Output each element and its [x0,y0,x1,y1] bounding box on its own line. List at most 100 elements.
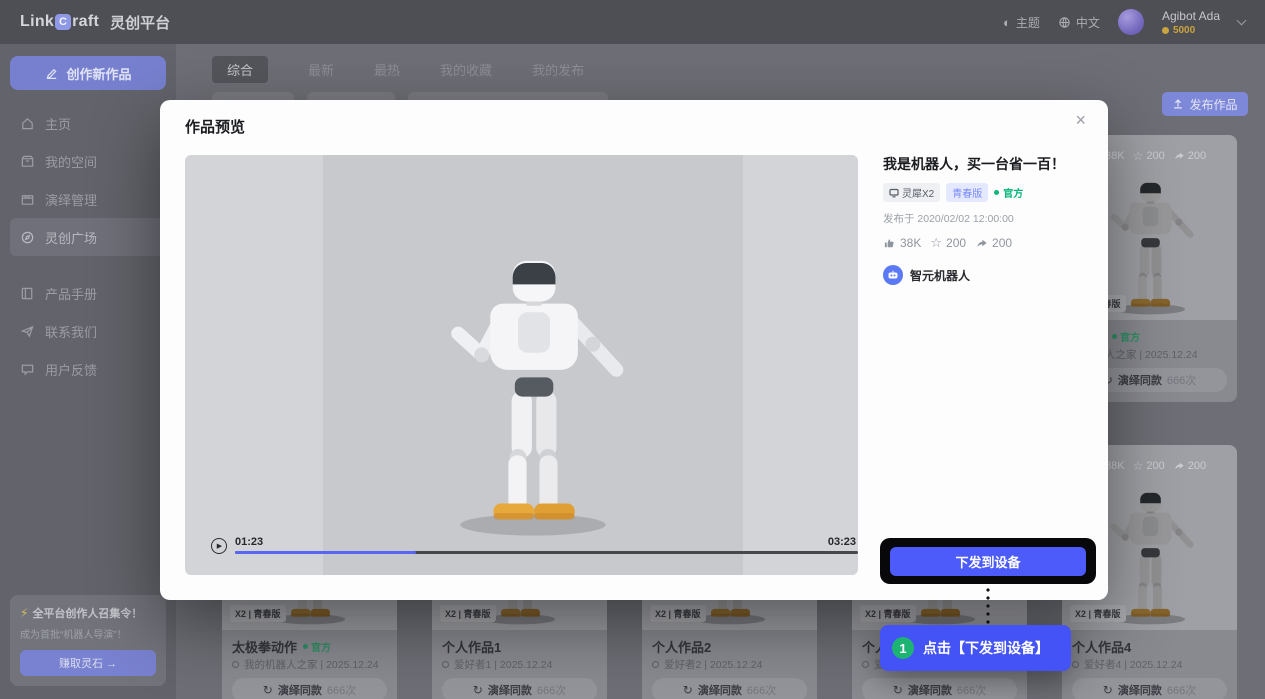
coin-balance: 5000 [1162,25,1220,36]
paper-plane-icon [20,324,35,339]
model-badge: X2 | 青春版 [230,605,286,622]
share-icon [1173,150,1185,162]
work-stats: 38K ☆200 200 [883,235,1086,251]
current-time: 01:23 [235,536,263,548]
replay-icon: ↻ [1103,683,1113,697]
replay-icon: ↻ [473,683,483,697]
tab-favorites[interactable]: 我的收藏 [440,60,492,79]
send-to-device-button[interactable]: 下发到设备 [890,547,1086,576]
clapperboard-icon [20,192,35,207]
theme-icon: ◐ [1003,15,1011,30]
modal-title: 作品预览 [185,116,245,137]
theme-toggle[interactable]: ◐ 主题 [1003,14,1040,31]
tab-my-posts[interactable]: 我的发布 [532,60,584,79]
robot-image [1098,153,1201,318]
home-icon [20,116,35,131]
official-badge: 官方 [303,639,331,654]
author-row[interactable]: 智元机器人 [883,265,1086,285]
replay-same-button[interactable]: ↻ 演绎同款 666次 [232,678,387,699]
work-title: 我是机器人，买一台省一百！ [883,155,1086,173]
globe-icon [1058,16,1071,29]
play-icon: ▶ [217,542,222,550]
work-author: 我的机器人之家 | 2025.12.24 [232,658,387,671]
chevron-down-icon[interactable] [1237,16,1247,26]
card-stats: 38K ☆200 200 [1090,459,1214,473]
star-icon[interactable]: ☆ [930,235,942,251]
author-avatar [883,265,903,285]
app-logo[interactable]: LinkCraft 灵创平台 [20,12,170,33]
replay-icon: ↻ [893,683,903,697]
card-stats: 38K ☆200 200 [1090,149,1214,163]
sidebar-item-feedback[interactable]: 用户反馈 [10,350,166,388]
step-text: 点击【下发到设备】 [923,638,1049,658]
author-icon [442,661,449,668]
work-author: 爱好者2 | 2025.12.24 [652,658,807,671]
robot-preview-image [426,201,640,543]
create-new-work-button[interactable]: 创作新作品 [10,56,166,90]
replay-icon: ↻ [263,683,273,697]
promo-subtitle: 成为首批“机器人导演”！ [20,626,156,641]
close-icon[interactable]: × [1075,111,1086,129]
replay-same-button[interactable]: ↻ 演绎同款 666次 [1072,678,1227,699]
user-avatar[interactable] [1118,9,1144,35]
work-author: 爱好者1 | 2025.12.24 [442,658,597,671]
work-title: 太极拳动作 [232,637,297,656]
play-button[interactable]: ▶ [211,538,227,554]
robot-image [1098,463,1201,628]
publish-date: 发布于 2020/02/02 12:00:00 [883,211,1086,226]
chat-icon [20,362,35,377]
tab-hottest[interactable]: 最热 [374,60,400,79]
work-title: 个人作品1 [442,637,501,656]
progress-fill [235,551,416,554]
book-icon [20,286,35,301]
connector-dotted-line [986,586,990,624]
tab-comprehensive[interactable]: 综合 [212,56,268,83]
logo-text: LinkCraft [20,13,99,31]
star-icon: ☆ [1133,459,1144,473]
step-tooltip: 1 点击【下发到设备】 [880,625,1071,671]
sidebar-item-plaza[interactable]: 灵创广场 [10,218,166,256]
sidebar-item-manual[interactable]: 产品手册 [10,274,166,312]
progress-bar[interactable] [235,551,858,554]
replay-icon: ↻ [683,683,693,697]
tab-newest[interactable]: 最新 [308,60,334,79]
model-badge: X2 | 青春版 [440,605,496,622]
author-icon [1072,661,1079,668]
replay-same-button[interactable]: ↻ 演绎同款 666次 [442,678,597,699]
box-icon [20,154,35,169]
sidebar-item-my-space[interactable]: 我的空间 [10,142,166,180]
work-title: 个人作品4 [1072,637,1131,656]
author-name: 智元机器人 [910,267,970,284]
earn-gems-button[interactable]: 赚取灵石 → [20,650,156,676]
video-frame [323,155,743,575]
robot-face-icon [887,269,899,281]
step-number-badge: 1 [892,637,914,659]
creator-promo-card: ⚡全平台创作人召集令！ 成为首批“机器人导演”！ 赚取灵石 → [10,595,166,686]
like-icon[interactable] [883,237,896,250]
sidebar: 创作新作品 主页 我的空间 演绎管理 灵创广场 产品手册 [0,44,176,699]
publish-work-button[interactable]: 发布作品 [1162,92,1248,116]
work-info-panel: 我是机器人，买一台省一百！ 灵犀X2 青春版 官方 发布于 2020/02/02… [883,155,1086,285]
model-badge: X2 | 青春版 [1070,605,1126,622]
language-switch[interactable]: 中文 [1058,14,1100,31]
work-author: 爱好者4 | 2025.12.24 [1072,658,1227,671]
promo-title: ⚡全平台创作人召集令！ [20,605,156,621]
author-icon [232,661,239,668]
upload-icon [1172,98,1184,110]
compass-icon [20,230,35,245]
sidebar-item-performance[interactable]: 演绎管理 [10,180,166,218]
author-icon [862,661,869,668]
work-preview-modal: 作品预览 × ▶ 01:23 03:23 我是机器人，买一台省一百！ 灵犀X2 … [160,100,1108,600]
sidebar-item-contact[interactable]: 联系我们 [10,312,166,350]
replay-same-button[interactable]: ↻ 演绎同款 666次 [862,678,1017,699]
official-badge: 官方 [1112,329,1140,344]
sidebar-item-home[interactable]: 主页 [10,104,166,142]
top-navbar: LinkCraft 灵创平台 ◐ 主题 中文 Agibot Ada 5000 [0,0,1265,44]
total-time: 03:23 [828,536,856,548]
replay-same-button[interactable]: ↻ 演绎同款 666次 [652,678,807,699]
share-icon[interactable] [975,237,988,250]
model-badge: X2 | 青春版 [860,605,916,622]
share-icon [1173,460,1185,472]
logo-cn-text: 灵创平台 [110,12,170,33]
author-icon [652,661,659,668]
